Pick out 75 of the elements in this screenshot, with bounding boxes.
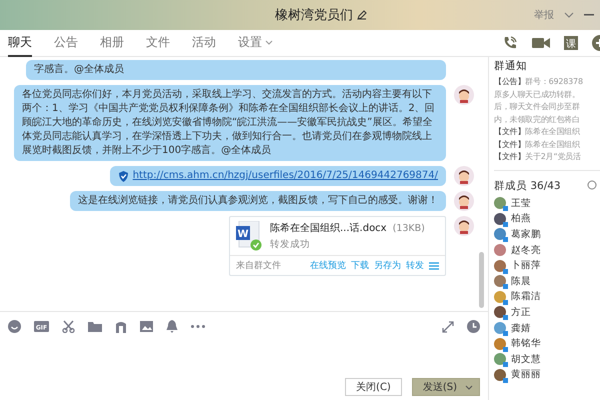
member-name[interactable]: 王莹: [511, 196, 531, 210]
member-name[interactable]: 卜丽萍: [511, 259, 541, 272]
clock-icon[interactable]: [467, 320, 480, 333]
bell-icon[interactable]: [166, 320, 178, 333]
member-avatar[interactable]: [494, 306, 506, 318]
menu-icon[interactable]: [429, 262, 439, 270]
tab[interactable]: 设置: [238, 30, 273, 56]
tab[interactable]: 相册: [100, 30, 124, 56]
member-name[interactable]: 胡文慧: [511, 352, 541, 366]
add-icon[interactable]: [592, 35, 600, 51]
minimize-icon[interactable]: [584, 14, 594, 16]
notice-line: 【文件】陈希在全国组织: [494, 126, 581, 138]
more-icon[interactable]: [191, 325, 205, 328]
message-bubble: 各位党员同志你们好，本月党员活动，采取线上学习、交流发言的方式。活动内容主要有以下两个：1、学习《中国共产党党员权利保障条例》和陈希在全国组织部长会议上的讲话。2、回顾皖江大地的革命历史，在线浏览安徽省博物院“皖江洪流——安徽军民抗战史”展区。希望全体党员同志能认真学习，在学深悟透上下功夫，做到知行合一。也请党员们在参观博物院线上展览时截图反馈，并附上不少于100字感言。@全体成员: [14, 85, 446, 161]
avatar-icon[interactable]: [454, 216, 474, 236]
member-avatar[interactable]: [494, 228, 506, 240]
send-button[interactable]: 发送(S): [412, 378, 480, 396]
message-bubble: 字感言。@全体成员: [26, 60, 446, 80]
chevron-down-icon[interactable]: [465, 384, 473, 390]
url-link[interactable]: http://cms.ahm.cn/hzgj/userfiles/2016/7/25/1469442769874/: [132, 169, 438, 183]
avatar-icon[interactable]: [454, 166, 474, 186]
member-avatar[interactable]: [494, 338, 506, 350]
scissors-icon[interactable]: [62, 320, 75, 333]
close-button[interactable]: 关闭(C): [345, 378, 402, 396]
tab[interactable]: 活动: [192, 30, 216, 56]
class-icon[interactable]: 课: [564, 36, 578, 50]
emoji-icon[interactable]: [8, 320, 21, 333]
member-name[interactable]: 陈晨: [511, 274, 531, 288]
shield-icon: [118, 170, 129, 182]
expand-icon[interactable]: [442, 320, 454, 332]
tab[interactable]: 公告: [54, 30, 78, 56]
tab[interactable]: 文件: [146, 30, 170, 56]
chevron-down-icon[interactable]: [564, 12, 574, 18]
window-title: 橡树湾党员们: [275, 7, 353, 24]
member-name[interactable]: 韩铭华: [511, 337, 541, 350]
scrollbar[interactable]: [479, 252, 484, 308]
folder-icon[interactable]: [88, 321, 102, 332]
message-bubble: 这是在线浏览链接，请党员们认真参观浏览，截图反馈，写下自己的感受。谢谢！: [70, 191, 446, 211]
search-icon[interactable]: [587, 180, 598, 191]
member-avatar[interactable]: [494, 275, 506, 288]
notice-line: 后，聊天文件会同步至群: [494, 101, 581, 113]
file-status: 转发成功: [270, 238, 311, 251]
notice-line: 【文件】关于2月“党员活: [494, 151, 582, 163]
notice-line: 【公告】群号：6928378: [494, 76, 584, 88]
member-name[interactable]: 方正: [511, 306, 531, 319]
notice-line: 原多人聊天已成功转群。: [494, 88, 581, 100]
image-icon[interactable]: [140, 321, 153, 332]
file-size: (13KB): [392, 223, 425, 234]
member-avatar[interactable]: [494, 244, 506, 256]
member-name[interactable]: 陈霜洁: [511, 290, 541, 304]
member-avatar[interactable]: [494, 212, 506, 225]
notice-line: 内，未领取完的红包将白: [494, 114, 581, 126]
phone-icon[interactable]: [502, 35, 518, 51]
member-avatar[interactable]: [494, 322, 506, 334]
member-name[interactable]: 柏燕: [511, 212, 531, 226]
avatar-icon[interactable]: [454, 85, 474, 105]
member-avatar[interactable]: [494, 368, 506, 381]
file-name[interactable]: 陈希在全国组织...话.docx: [270, 223, 387, 234]
video-camera-icon[interactable]: [532, 37, 550, 49]
member-name[interactable]: 龚婧: [511, 322, 531, 335]
member-avatar[interactable]: [494, 197, 506, 210]
member-name[interactable]: 黄丽丽: [511, 368, 541, 382]
member-avatar[interactable]: [494, 260, 506, 272]
member-avatar[interactable]: [494, 353, 506, 366]
avatar-icon[interactable]: [454, 191, 474, 211]
members-title: 群成员 36/43: [494, 178, 561, 192]
file-source: 来自群文件: [236, 260, 281, 272]
member-avatar[interactable]: [494, 290, 506, 303]
notice-title: 群通知: [494, 59, 528, 73]
tab[interactable]: 聊天: [8, 30, 32, 56]
member-name[interactable]: 葛家鹏: [511, 228, 541, 241]
notice-line: 【文件】陈希在全国组织: [494, 138, 581, 150]
edit-icon[interactable]: [357, 10, 367, 20]
chevron-down-icon[interactable]: [265, 40, 273, 44]
member-name[interactable]: 赵冬亮: [511, 244, 541, 257]
